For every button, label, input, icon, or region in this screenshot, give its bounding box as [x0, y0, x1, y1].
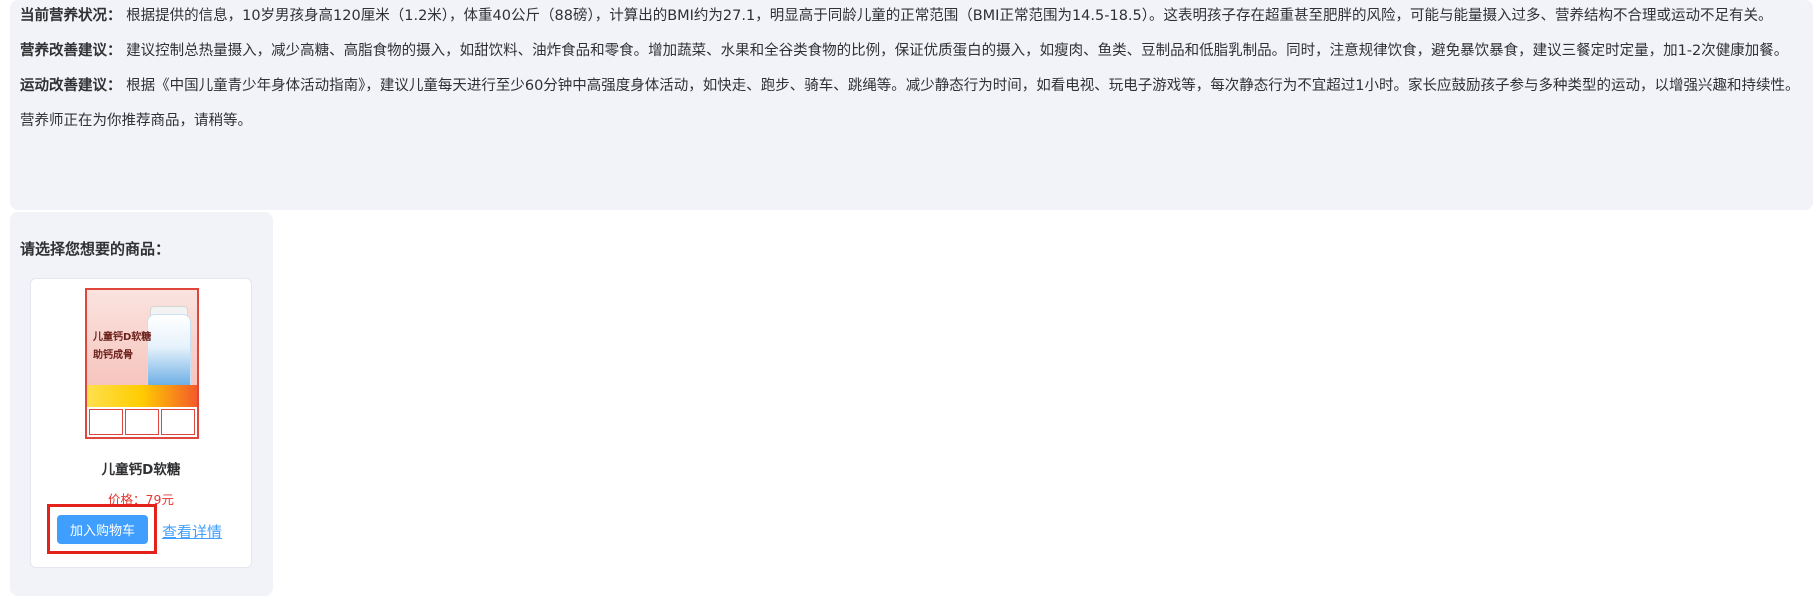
badge-graphic: [161, 409, 195, 435]
assistant-message-bubble: 当前营养状况： 根据提供的信息，10岁男孩身高120厘米（1.2米），体重40公…: [10, 0, 1813, 210]
nutrition-advice-heading: 营养改善建议：: [20, 43, 122, 59]
exercise-advice-heading: 运动改善建议：: [20, 78, 122, 94]
product-image-line1: 儿童钙D软糖: [93, 332, 152, 343]
panel-title: 请选择您想要的商品：: [20, 240, 171, 258]
exercise-advice-text: 根据《中国儿童青少年身体活动指南》，建议儿童每天进行至少60分钟中高强度身体活动…: [126, 78, 1800, 94]
add-to-cart-button[interactable]: 加入购物车: [57, 515, 148, 544]
nutrition-status-text: 根据提供的信息，10岁男孩身高120厘米（1.2米），体重40公斤（88磅），计…: [126, 8, 1773, 24]
product-price: 价格：79元: [108, 492, 174, 507]
badge-strip-graphic: [87, 407, 197, 437]
product-image[interactable]: 儿童钙D软糖 助钙成骨: [85, 288, 199, 439]
nutrition-status-heading: 当前营养状况：: [20, 8, 122, 24]
product-selection-panel: 请选择您想要的商品： 儿童钙D软糖 助钙成骨 儿童钙D软糖 价格：79元 加入购…: [10, 212, 273, 596]
nutrition-status-paragraph: 当前营养状况： 根据提供的信息，10岁男孩身高120厘米（1.2米），体重40公…: [20, 5, 1803, 27]
badge-graphic: [89, 409, 123, 435]
product-image-line2: 助钙成骨: [93, 350, 133, 361]
nutrition-advice-text: 建议控制总热量摄入，减少高糖、高脂食物的摄入，如甜饮料、油炸食品和零食。增加蔬菜…: [126, 43, 1789, 59]
jar-graphic: [147, 314, 191, 396]
badge-graphic: [125, 409, 159, 435]
nutrition-advice-paragraph: 营养改善建议： 建议控制总热量摄入，减少高糖、高脂食物的摄入，如甜饮料、油炸食品…: [20, 40, 1803, 62]
exercise-advice-paragraph: 运动改善建议： 根据《中国儿童青少年身体活动指南》，建议儿童每天进行至少60分钟…: [20, 75, 1803, 97]
product-card: 儿童钙D软糖 助钙成骨 儿童钙D软糖 价格：79元 加入购物车 查看详情: [30, 278, 252, 568]
product-name: 儿童钙D软糖: [101, 462, 181, 478]
promo-banner-graphic: [87, 385, 197, 407]
status-note: 营养师正在为你推荐商品，请稍等。: [20, 113, 252, 129]
view-details-link[interactable]: 查看详情: [162, 521, 222, 542]
